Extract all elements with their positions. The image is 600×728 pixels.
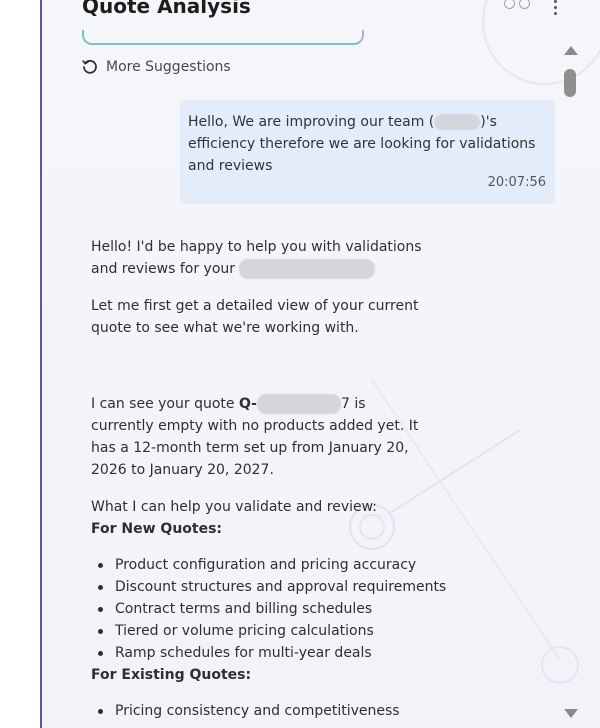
more-suggestions-button[interactable]: More Suggestions	[82, 59, 231, 75]
assistant-intro: Let me first get a detailed view of your…	[91, 298, 419, 336]
assistant-message: Hello! I'd be happy to help you with val…	[91, 236, 451, 280]
assistant-greeting: Hello! I'd be happy to help you with val…	[91, 239, 422, 279]
assistant-intro-block: Let me first get a detailed view of your…	[91, 295, 451, 339]
list-item: Product configuration and pricing accura…	[98, 554, 471, 576]
user-message-text: Hello, We are improving our team ()'s ef…	[188, 114, 536, 174]
new-quotes-list: Product configuration and pricing accura…	[91, 554, 471, 664]
chat-panel: Quote Analysis More Suggestions Hello, W…	[0, 0, 600, 728]
page-title: Quote Analysis	[82, 0, 251, 18]
header-status-icons	[504, 0, 530, 9]
list-item: Tiered or volume pricing calculations	[98, 620, 471, 642]
existing-quotes-heading: For Existing Quotes:	[91, 667, 252, 683]
more-suggestions-label: More Suggestions	[106, 59, 231, 75]
redacted-quote-id	[256, 394, 341, 414]
assistant-quote-summary: I can see your quote Q- 7 is currently em…	[91, 394, 419, 478]
list-item: Discount structures and approval require…	[98, 576, 471, 598]
redacted-team-name	[239, 259, 376, 279]
list-item: Contract terms and billing schedules	[98, 598, 471, 620]
scroll-down-arrow-icon[interactable]	[564, 709, 578, 718]
message-timestamp: 20:07:56	[487, 175, 546, 190]
list-item: Ramp schedules for multi-year deals	[98, 642, 471, 664]
new-quotes-heading: For New Quotes:	[91, 521, 223, 537]
redacted-team-name	[434, 114, 481, 130]
help-intro: What I can help you validate and review:	[91, 499, 378, 515]
existing-quotes-list: Pricing consistency and competitiveness	[91, 700, 471, 722]
previous-card-edge	[82, 30, 364, 45]
list-item: Pricing consistency and competitiveness	[98, 700, 471, 722]
scroll-up-arrow-icon[interactable]	[564, 46, 578, 55]
user-message-bubble: Hello, We are improving our team ()'s ef…	[180, 100, 555, 204]
more-options-icon[interactable]	[548, 0, 562, 16]
refresh-icon	[82, 59, 97, 74]
status-ring-icon	[519, 0, 530, 9]
status-ring-icon	[504, 0, 515, 9]
left-rail	[0, 0, 40, 728]
chat-scrollbar[interactable]	[561, 44, 579, 720]
panel-divider	[40, 0, 42, 728]
assistant-quote-summary-block: I can see your quote Q- 7 is currently em…	[91, 393, 431, 481]
assistant-help-block: What I can help you validate and review:…	[91, 496, 471, 722]
scrollbar-thumb[interactable]	[564, 69, 576, 97]
